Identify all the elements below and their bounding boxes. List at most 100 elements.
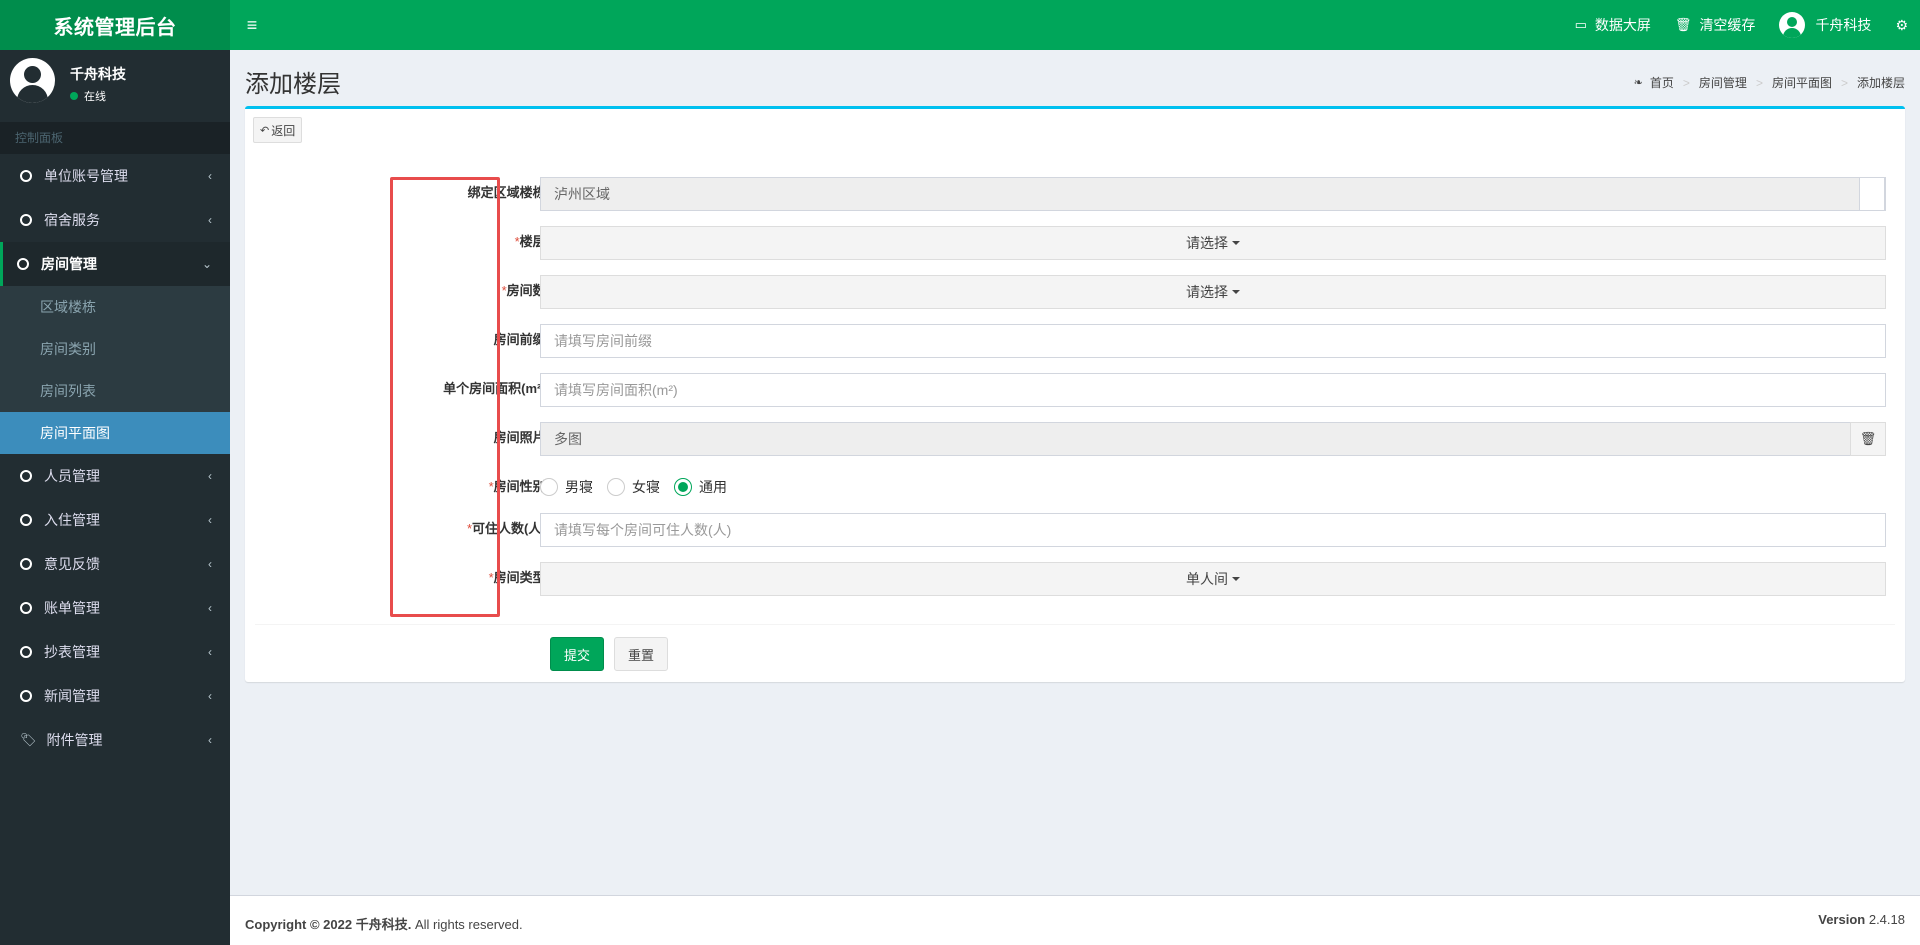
breadcrumb-separator: > — [1840, 75, 1848, 90]
radio-female[interactable]: 女寝 — [607, 477, 660, 497]
sidebar-item-label: 人员管理 — [44, 468, 100, 484]
sidebar-subitem-area-building[interactable]: 区域楼栋 — [0, 286, 230, 328]
copyright-prefix: Copyright © 2022 千舟科技. — [245, 917, 412, 932]
sidebar-item-bills[interactable]: 账单管理 ‹ — [0, 586, 230, 630]
sidebar-subitem-room-floorplan[interactable]: 房间平面图 — [0, 412, 230, 454]
room-photos-field: 多图 🗑 — [540, 422, 1886, 456]
room-count-select[interactable]: 请选择 — [540, 275, 1886, 309]
header-nav: ▭ 数据大屏 🗑 清空缓存 千舟科技 ⚙ — [1563, 0, 1920, 50]
breadcrumb-home[interactable]: 首页 — [1650, 74, 1674, 91]
chevron-left-icon: ‹ — [208, 513, 212, 527]
form-row-gender: *房间性别: 男寝 女寝 通用 — [245, 469, 1905, 505]
reset-button[interactable]: 重置 — [614, 637, 668, 671]
menu-header: 控制面板 — [0, 122, 230, 154]
capacity-input[interactable]: 请填写每个房间可住人数(人) — [540, 513, 1886, 547]
circle-icon — [20, 214, 32, 226]
sidebar-subitem-room-list[interactable]: 房间列表 — [0, 370, 230, 412]
room-photos-value: 多图 — [554, 431, 582, 447]
sidebar-item-checkin[interactable]: 入住管理 ‹ — [0, 498, 230, 542]
caret-down-icon — [1232, 577, 1240, 581]
back-button[interactable]: ↶ 返回 — [253, 117, 303, 143]
user-menu[interactable]: 千舟科技 — [1767, 0, 1883, 50]
big-screen-button[interactable]: ▭ 数据大屏 — [1563, 0, 1663, 50]
divider — [255, 624, 1895, 625]
radio-general-label: 通用 — [699, 479, 727, 495]
room-area-input[interactable]: 请填写房间面积(m²) — [540, 373, 1886, 407]
chevron-left-icon: ‹ — [208, 557, 212, 571]
reply-icon: ↶ — [260, 124, 270, 137]
radio-circle — [540, 478, 558, 496]
sidebar-user-name: 千舟科技 — [70, 66, 126, 82]
chevron-left-icon: ‹ — [208, 469, 212, 483]
sidebar-item-label: 房间管理 — [41, 256, 97, 272]
radio-general[interactable]: 通用 — [674, 477, 727, 497]
settings-button[interactable]: ⚙ — [1883, 0, 1920, 50]
leaf-icon: ❧ — [1633, 77, 1643, 89]
chevron-left-icon: ‹ — [208, 689, 212, 703]
room-prefix-placeholder: 请填写房间前缀 — [554, 333, 652, 349]
breadcrumb-room-management[interactable]: 房间管理 — [1699, 74, 1747, 91]
gender-radio-group: 男寝 女寝 通用 — [540, 477, 741, 497]
chevron-left-icon: ‹ — [208, 645, 212, 659]
room-prefix-input[interactable]: 请填写房间前缀 — [540, 324, 1886, 358]
capacity-label: *可住人数(人): — [467, 511, 550, 547]
form-box: ↶ 返回 绑定区域楼栋: 泸州区域 *楼层: 请选择 *房间数: 请选择 房间前… — [245, 106, 1905, 682]
sidebar-item-room-management[interactable]: 房间管理 ⌄ — [0, 242, 230, 286]
circle-icon — [20, 558, 32, 570]
area-field: 泸州区域 — [540, 177, 1886, 211]
caret-down-icon — [1232, 241, 1240, 245]
circle-icon — [20, 170, 32, 182]
user-panel: 千舟科技 在线 — [0, 50, 230, 122]
area-label: 绑定区域楼栋: — [468, 175, 550, 211]
sidebar-item-news[interactable]: 新闻管理 ‹ — [0, 674, 230, 718]
radio-male[interactable]: 男寝 — [540, 477, 593, 497]
sidebar-toggle-icon[interactable]: ≡ — [240, 0, 264, 50]
form-row-capacity: *可住人数(人): 请填写每个房间可住人数(人) — [245, 511, 1905, 547]
breadcrumb-separator: > — [1755, 75, 1763, 90]
form-row-area: 绑定区域楼栋: 泸州区域 — [245, 175, 1905, 211]
floor-select[interactable]: 请选择 — [540, 226, 1886, 260]
sidebar-subitem-room-category[interactable]: 房间类别 — [0, 328, 230, 370]
circle-icon — [20, 646, 32, 658]
clear-cache-label: 清空缓存 — [1699, 17, 1756, 33]
capacity-placeholder: 请填写每个房间可住人数(人) — [554, 522, 732, 538]
form-row-floor: *楼层: 请选择 — [245, 224, 1905, 260]
area-size-label: 单个房间面积(m²): — [443, 381, 550, 396]
sidebar-item-feedback[interactable]: 意见反馈 ‹ — [0, 542, 230, 586]
big-screen-label: 数据大屏 — [1594, 17, 1651, 33]
delete-photos-button[interactable]: 🗑 — [1850, 422, 1886, 456]
sidebar-item-unit-accounts[interactable]: 单位账号管理 ‹ — [0, 154, 230, 198]
copyright-suffix: All rights reserved. — [414, 917, 523, 932]
sidebar-item-attachments[interactable]: 🏷 附件管理 ‹ — [0, 718, 230, 762]
sidebar-item-label: 意见反馈 — [44, 556, 100, 572]
online-dot-icon — [70, 92, 78, 100]
user-avatar-icon — [10, 58, 55, 103]
sidebar: 千舟科技 在线 控制面板 单位账号管理 ‹ 宿舍服务 ‹ 房间管理 ⌄ 区域楼栋… — [0, 50, 230, 945]
sidebar-item-personnel[interactable]: 人员管理 ‹ — [0, 454, 230, 498]
sidebar-item-meter-reading[interactable]: 抄表管理 ‹ — [0, 630, 230, 674]
form-row-area-size: 单个房间面积(m²): 请填写房间面积(m²) — [245, 371, 1905, 407]
back-label: 返回 — [271, 123, 296, 138]
area-value: 泸州区域 — [554, 186, 610, 202]
sidebar-item-label: 入住管理 — [44, 512, 100, 528]
room-type-select[interactable]: 单人间 — [540, 562, 1886, 596]
breadcrumb-room-floorplan[interactable]: 房间平面图 — [1772, 74, 1832, 91]
version-label: Version — [1818, 912, 1866, 927]
clear-cache-button[interactable]: 🗑 清空缓存 — [1663, 0, 1768, 50]
avatar — [1779, 12, 1806, 38]
chevron-left-icon: ‹ — [208, 213, 212, 227]
capacity-label-text: 可住人数(人): — [472, 521, 550, 536]
area-label-text: 绑定区域楼栋: — [467, 185, 550, 200]
breadcrumb-current: 添加楼层 — [1856, 76, 1905, 90]
form-row-prefix: 房间前缀: 请填写房间前缀 — [245, 322, 1905, 358]
footer: Copyright © 2022 千舟科技. All rights reserv… — [230, 895, 1920, 945]
room-type-value: 单人间 — [1186, 571, 1228, 587]
submit-button[interactable]: 提交 — [550, 637, 604, 671]
trash-icon: 🗑 — [1859, 431, 1877, 446]
version-number: 2.4.18 — [1868, 912, 1905, 927]
user-menu-label: 千舟科技 — [1815, 17, 1872, 33]
sidebar-item-dorm-service[interactable]: 宿舍服务 ‹ — [0, 198, 230, 242]
sidebar-item-label: 抄表管理 — [44, 644, 100, 660]
app-logo[interactable]: 系统管理后台 — [0, 0, 230, 50]
breadcrumb: ❧ 首页 > 房间管理 > 房间平面图 > 添加楼层 — [1634, 74, 1905, 91]
